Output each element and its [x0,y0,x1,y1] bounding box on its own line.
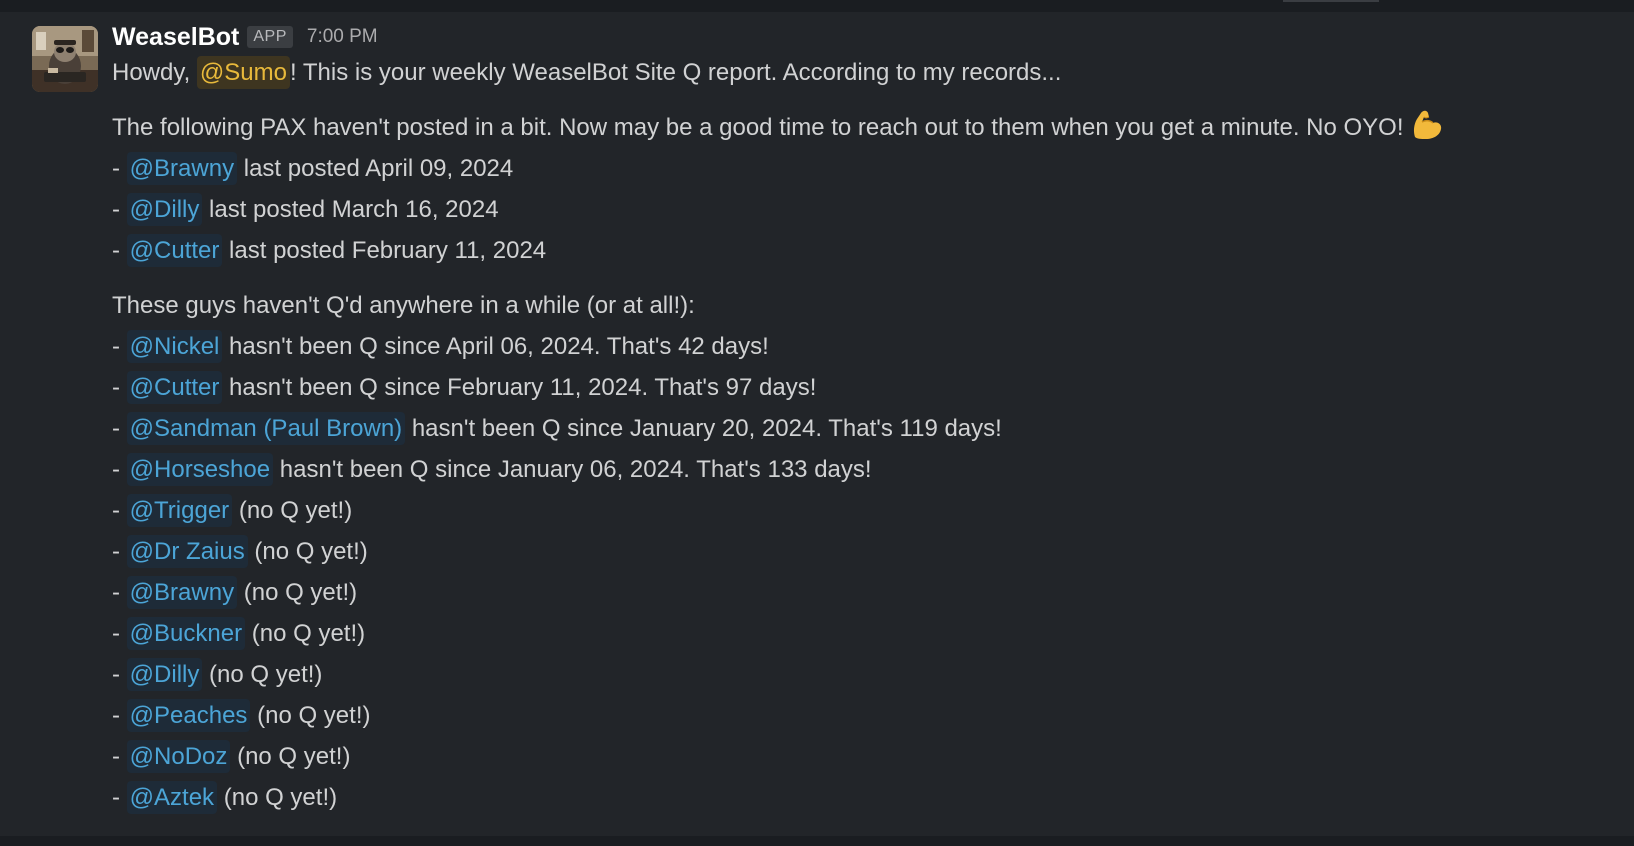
q-detail: (no Q yet!) [250,702,371,729]
list-dash: - [112,661,127,688]
user-mention[interactable]: @Horseshoe [126,453,274,486]
posted-list-item: - @Cutter last posted February 11, 2024 [112,230,1627,271]
q-list-item: - @Buckner (no Q yet!) [112,613,1627,654]
posted-intro-text: The following PAX haven't posted in a bi… [112,114,1404,141]
sender-name[interactable]: WeaselBot [112,23,239,52]
slack-message-pane: WeaselBot APP 7:00 PM Howdy, @Sumo! This… [0,0,1634,846]
scrollbar-thumb[interactable] [1283,0,1379,2]
greeting-line: Howdy, @Sumo! This is your weekly Weasel… [112,52,1627,93]
list-dash: - [112,155,127,182]
list-dash: - [112,538,127,565]
user-mention[interactable]: @Cutter [126,234,223,267]
weasel-avatar-icon [32,26,98,92]
q-detail: (no Q yet!) [237,579,358,606]
list-dash: - [112,374,127,401]
q-list-item: - @Horseshoe hasn't been Q since January… [112,449,1627,490]
posted-intro-line: The following PAX haven't posted in a bi… [112,107,1627,148]
user-mention[interactable]: @Nickel [126,330,223,363]
list-dash: - [112,456,127,483]
q-detail: (no Q yet!) [217,784,338,811]
user-mention[interactable]: @Dilly [126,658,203,691]
user-mention[interactable]: @Dilly [126,193,203,226]
q-list-item: - @Brawny (no Q yet!) [112,572,1627,613]
q-list-item: - @Dilly (no Q yet!) [112,654,1627,695]
q-detail: (no Q yet!) [202,661,323,688]
message-content: WeaselBot APP 7:00 PM Howdy, @Sumo! This… [112,22,1627,818]
list-dash: - [112,743,127,770]
posted-detail: last posted April 09, 2024 [237,155,514,182]
list-dash: - [112,579,127,606]
posted-list-item: - @Brawny last posted April 09, 2024 [112,148,1627,189]
q-intro-line: These guys haven't Q'd anywhere in a whi… [112,285,1627,326]
q-detail: (no Q yet!) [232,497,353,524]
greeting-prefix: Howdy, [112,59,197,86]
user-mention[interactable]: @Sandman (Paul Brown) [126,412,406,445]
user-mention[interactable]: @Dr Zaius [126,535,248,568]
greeting-suffix: ! This is your weekly WeaselBot Site Q r… [289,59,1062,86]
q-list-item: - @NoDoz (no Q yet!) [112,736,1627,777]
message-timestamp[interactable]: 7:00 PM [307,26,378,48]
message-header: WeaselBot APP 7:00 PM [112,22,1627,52]
user-mention[interactable]: @Cutter [126,371,223,404]
list-dash: - [112,333,127,360]
q-detail: (no Q yet!) [230,743,351,770]
user-mention[interactable]: @NoDoz [126,740,231,773]
q-detail: (no Q yet!) [247,538,368,565]
posted-detail: last posted March 16, 2024 [202,196,499,223]
q-list-item: - @Aztek (no Q yet!) [112,777,1627,818]
q-list-item: - @Dr Zaius (no Q yet!) [112,531,1627,572]
q-list-item: - @Nickel hasn't been Q since April 06, … [112,326,1627,367]
user-mention[interactable]: @Trigger [126,494,233,527]
q-detail: hasn't been Q since January 06, 2024. Th… [273,456,872,483]
user-mention[interactable]: @Brawny [126,576,238,609]
q-list-item: - @Sandman (Paul Brown) hasn't been Q si… [112,408,1627,449]
q-list-item: - @Cutter hasn't been Q since February 1… [112,367,1627,408]
posted-list-item: - @Dilly last posted March 16, 2024 [112,189,1627,230]
user-mention[interactable]: @Buckner [126,617,246,650]
user-mention-self[interactable]: @Sumo [196,56,290,89]
app-badge: APP [247,26,293,48]
list-dash: - [112,620,127,647]
q-list-item: - @Trigger (no Q yet!) [112,490,1627,531]
q-intro-text: These guys haven't Q'd anywhere in a whi… [112,292,695,319]
top-divider [0,0,1634,12]
bottom-divider [0,836,1634,846]
q-detail: hasn't been Q since April 06, 2024. That… [222,333,769,360]
q-detail: hasn't been Q since January 20, 2024. Th… [405,415,1002,442]
q-list-item: - @Peaches (no Q yet!) [112,695,1627,736]
user-mention[interactable]: @Brawny [126,152,238,185]
q-detail: hasn't been Q since February 11, 2024. T… [222,374,817,401]
list-dash: - [112,415,127,442]
list-dash: - [112,196,127,223]
list-dash: - [112,497,127,524]
posted-list: - @Brawny last posted April 09, 2024 - @… [112,148,1627,271]
posted-detail: last posted February 11, 2024 [222,237,547,264]
q-detail: (no Q yet!) [245,620,366,647]
list-dash: - [112,702,127,729]
user-mention[interactable]: @Peaches [126,699,251,732]
list-dash: - [112,237,127,264]
list-dash: - [112,784,127,811]
bot-avatar[interactable] [32,26,98,92]
q-list: - @Nickel hasn't been Q since April 06, … [112,326,1627,818]
flexed-biceps-icon[interactable] [1408,107,1444,143]
user-mention[interactable]: @Aztek [126,781,218,814]
